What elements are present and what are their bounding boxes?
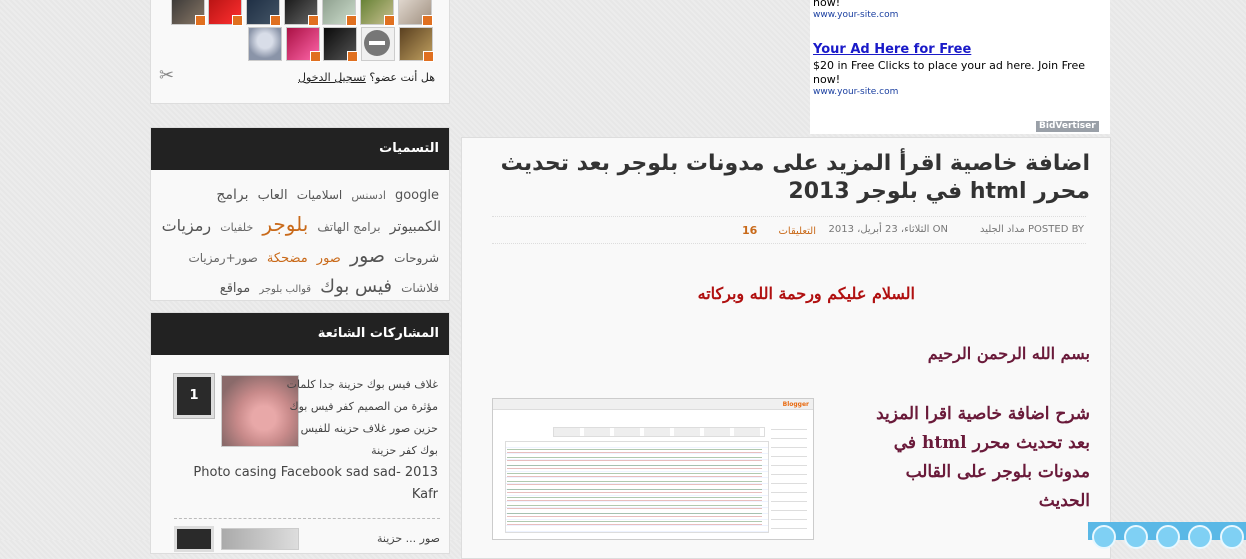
screenshot-sidebar	[771, 421, 807, 531]
share-button-icon[interactable]	[1220, 525, 1244, 549]
screenshot-topbar	[493, 399, 813, 410]
popular-posts-title: المشاركات الشائعة	[151, 313, 449, 355]
share-button-icon[interactable]	[1188, 525, 1212, 549]
follower-avatar[interactable]	[286, 27, 321, 62]
blocked-icon	[364, 30, 390, 56]
blogger-logo: Blogger	[782, 401, 809, 408]
blog-post: اضافة خاصية اقرأ المزيد على مدونات بلوجر…	[461, 137, 1111, 559]
label-tag-link[interactable]: مضحكة	[267, 251, 308, 266]
follower-avatar[interactable]	[398, 0, 433, 26]
label-tag-link[interactable]: قوالب بلوجر	[259, 284, 311, 295]
label-tag-link[interactable]: صور	[350, 245, 385, 267]
share-button-icon[interactable]	[1156, 525, 1180, 549]
labels-widget: التسميات google ادسنس اسلاميات العاب برا…	[150, 127, 450, 301]
label-tag-link[interactable]: صور+رمزيات	[188, 251, 257, 265]
ad-title-link[interactable]: Your Ad Here for Free	[813, 42, 971, 57]
label-tag-link[interactable]: برامج الهاتف	[317, 220, 380, 234]
popular-post-rank	[174, 526, 214, 552]
follower-avatar[interactable]	[322, 0, 357, 26]
follower-avatar[interactable]	[323, 27, 358, 62]
label-tag-link[interactable]: فلاشات	[401, 281, 439, 295]
post-meta: مداد الجليد POSTED BY الثلاثاء، 23 أبريل…	[492, 216, 1086, 244]
label-tag-link[interactable]: اسلاميات	[297, 188, 343, 202]
popular-post-title-en[interactable]: Photo casing Facebook sad sad- 2013 Kafr	[176, 462, 438, 506]
comments-count[interactable]: 16	[742, 224, 757, 237]
popular-post-text[interactable]: صور ... حزينة	[300, 532, 440, 545]
post-basmala: بسم الله الرحمن الرحيم	[927, 344, 1090, 363]
share-toolbar	[1088, 522, 1246, 549]
login-link[interactable]: تسجيل الدخول	[298, 71, 366, 84]
label-cloud: google ادسنس اسلاميات العاب برامج الكمبي…	[159, 180, 441, 304]
ad-previous-domain[interactable]: www.your-site.com	[813, 10, 898, 20]
follower-avatar[interactable]	[246, 0, 281, 26]
popular-post-text[interactable]: غلاف فيس بوك حزينة جدا كلمات مؤثرة من ال…	[176, 374, 438, 506]
member-login-line: هل أنت عضو؟ تسجيل الدخول	[298, 71, 435, 84]
screenshot-code-lines	[507, 445, 762, 525]
member-prompt: هل أنت عضو؟	[369, 71, 435, 84]
followers-widget: ✂ هل أنت عضو؟ تسجيل الدخول	[150, 0, 450, 104]
post-author-line: مداد الجليد POSTED BY	[980, 224, 1084, 235]
share-button-icon[interactable]	[1124, 525, 1148, 549]
post-screenshot-image[interactable]: Blogger	[492, 398, 814, 540]
follower-avatar[interactable]	[360, 0, 395, 26]
follower-avatar[interactable]	[171, 0, 206, 26]
label-tag-link[interactable]: صور	[317, 251, 341, 266]
ad-previous-desc-tail: now!	[813, 0, 841, 9]
author-name[interactable]: مداد الجليد	[980, 224, 1025, 235]
label-tag-link[interactable]: مواقع	[220, 281, 250, 296]
post-explanation: شرح اضافة خاصية اقرا المزيد بعد تحديث مح…	[876, 404, 1090, 511]
follower-avatar[interactable]	[208, 0, 243, 26]
label-tag-link[interactable]: ادسنس	[351, 189, 386, 202]
follower-avatar[interactable]	[399, 27, 434, 62]
label-tag-link[interactable]: خلفيات	[220, 221, 253, 234]
post-date: الثلاثاء، 23 أبريل، 2013	[828, 224, 930, 235]
post-title[interactable]: اضافة خاصية اقرأ المزيد على مدونات بلوجر…	[490, 150, 1090, 206]
popular-post-divider	[174, 518, 440, 519]
screenshot-toolbar	[553, 427, 765, 437]
follower-avatar[interactable]	[361, 27, 395, 61]
label-tag-link[interactable]: العاب	[258, 188, 288, 203]
labels-widget-title: التسميات	[151, 128, 449, 170]
popular-post-thumbnail[interactable]	[221, 528, 299, 550]
follower-avatar[interactable]	[284, 0, 319, 26]
ad-domain-link[interactable]: www.your-site.com	[813, 87, 898, 97]
label-tag-link[interactable]: رمزيات	[162, 216, 212, 235]
label-tag-link[interactable]: google	[395, 188, 439, 203]
tools-icon[interactable]: ✂	[159, 65, 174, 86]
label-tag-link[interactable]: بلوجر	[262, 212, 308, 236]
post-greeting: السلام عليكم ورحمة الله وبركاته	[697, 284, 915, 303]
ad-box: now! www.your-site.com Your Ad Here for …	[810, 0, 1110, 134]
post-comments-link[interactable]: التعليقات 16	[742, 224, 816, 237]
on-label: ON	[932, 224, 948, 235]
ad-network-badge[interactable]: BidVertiser	[1036, 121, 1099, 132]
ad-description: $20 in Free Clicks to place your ad here…	[813, 59, 1085, 86]
follower-avatar[interactable]	[248, 27, 282, 61]
comments-label[interactable]: التعليقات	[778, 226, 816, 237]
popular-post-title-ar[interactable]: غلاف فيس بوك حزينة جدا كلمات مؤثرة من ال…	[176, 374, 438, 462]
label-tag-link[interactable]: فيس بوك	[320, 276, 392, 297]
post-date-line: الثلاثاء، 23 أبريل، 2013 ON	[828, 224, 948, 235]
posted-by-label: POSTED BY	[1028, 224, 1084, 235]
share-button-icon[interactable]	[1092, 525, 1116, 549]
label-tag-link[interactable]: شروحات	[394, 251, 439, 265]
